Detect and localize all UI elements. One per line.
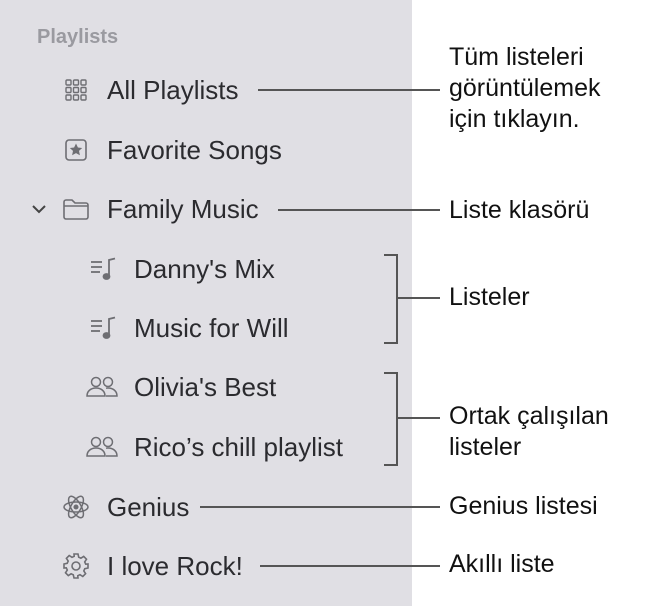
chevron-down-icon[interactable]	[28, 198, 50, 220]
sidebar-item-label: Music for Will	[134, 313, 289, 343]
sidebar-item-label: Rico’s chill playlist	[134, 432, 344, 462]
star-icon	[61, 135, 91, 165]
section-title: Playlists	[37, 26, 119, 48]
bracket-shared	[384, 372, 398, 466]
people-icon	[84, 372, 120, 402]
sidebar-item-olivias-best[interactable]: Olivia's Best	[0, 367, 412, 407]
callout-smart: Akıllı liste	[449, 550, 555, 578]
people-icon	[84, 432, 120, 462]
sidebar-item-label: I love Rock!	[107, 551, 243, 581]
sidebar-item-dannys-mix[interactable]: Danny's Mix	[0, 249, 412, 289]
atom-icon	[61, 492, 91, 522]
gear-icon	[61, 551, 91, 581]
sidebar-item-label: Danny's Mix	[134, 254, 275, 284]
callout-line-all-playlists	[258, 89, 440, 91]
sidebar-item-favorite-songs[interactable]: Favorite Songs	[0, 130, 412, 170]
callout-folder: Liste klasörü	[449, 196, 590, 224]
callout-line-smart	[260, 565, 440, 567]
sidebar-item-label: Genius	[107, 492, 190, 522]
callout-text: için tıklayın.	[449, 105, 580, 133]
callout-text: listeler	[449, 433, 522, 461]
folder-icon	[61, 194, 91, 224]
bracket-playlists	[384, 254, 398, 344]
callout-all-playlists: Tüm listeleri görüntülemek için tıklayın…	[449, 42, 600, 135]
sidebar-item-music-for-will[interactable]: Music for Will	[0, 308, 412, 348]
sidebar-item-label: Favorite Songs	[107, 135, 282, 165]
callout-genius: Genius listesi	[449, 492, 598, 520]
callout-playlists: Listeler	[449, 283, 530, 311]
callout-shared: Ortak çalışılan listeler	[449, 401, 609, 463]
playlist-icon	[88, 313, 118, 343]
callout-line-folder	[278, 209, 440, 211]
sidebar-item-label: All Playlists	[107, 75, 239, 105]
grid-icon	[61, 75, 91, 105]
playlist-icon	[88, 254, 118, 284]
callout-line-shared	[398, 417, 440, 419]
sidebar-item-ricos-chill-playlist[interactable]: Rico’s chill playlist	[0, 427, 412, 467]
sidebar-item-label: Family Music	[107, 194, 259, 224]
callout-line-genius	[200, 506, 440, 508]
callout-text: Tüm listeleri	[449, 43, 584, 71]
callout-text: görüntülemek	[449, 74, 601, 102]
sidebar-item-label: Olivia's Best	[134, 372, 277, 402]
callout-line-playlists	[398, 297, 440, 299]
callout-text: Ortak çalışılan	[449, 402, 609, 430]
